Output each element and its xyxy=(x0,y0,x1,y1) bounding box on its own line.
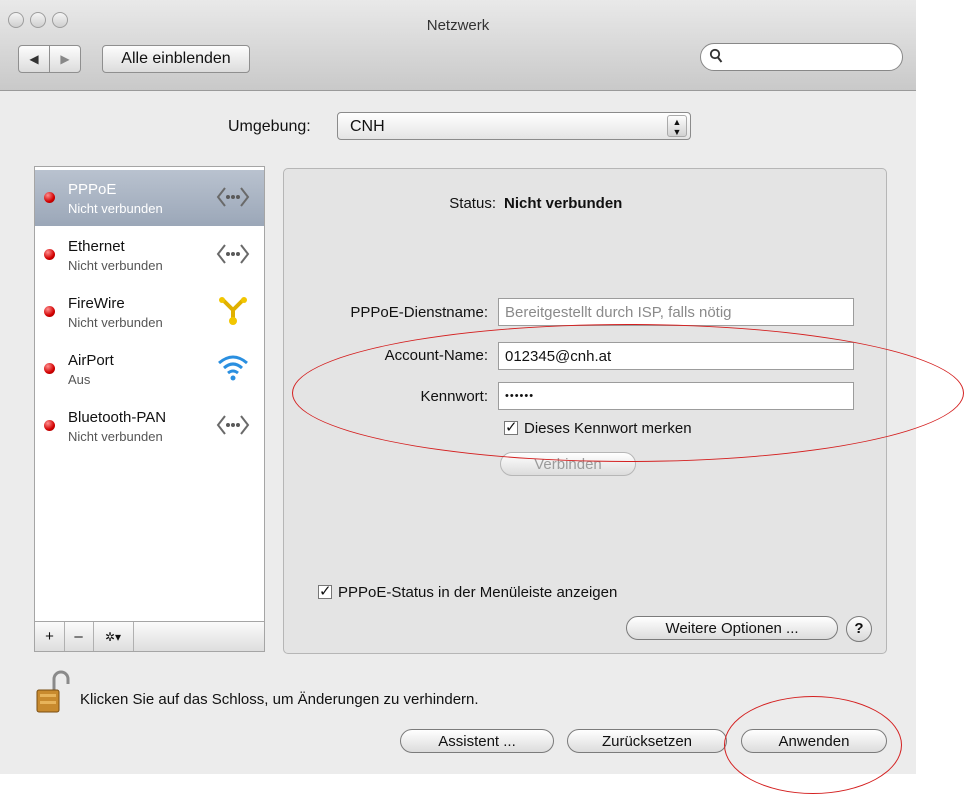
service-item-firewire[interactable]: FireWire Nicht verbunden xyxy=(35,284,264,340)
password-field[interactable] xyxy=(498,382,854,410)
service-item-airport[interactable]: AirPort Aus xyxy=(35,341,264,397)
service-name-field[interactable] xyxy=(498,298,854,326)
gear-icon: ✲▾ xyxy=(104,629,122,644)
status-label: Status: xyxy=(449,195,496,212)
help-button[interactable]: ? xyxy=(846,616,872,642)
detail-panel: Status: Nicht verbunden PPPoE-Dienstname… xyxy=(283,168,887,654)
lock-icon[interactable] xyxy=(36,670,70,714)
back-arrow-icon: ◀ xyxy=(29,52,39,66)
bracket-dots-icon xyxy=(216,239,250,269)
bracket-dots-icon xyxy=(216,410,250,440)
forward-arrow-icon: ▶ xyxy=(60,52,70,66)
password-label: Kennwort: xyxy=(420,388,488,405)
service-name: PPPoE xyxy=(68,181,117,198)
service-list: PPPoE Nicht verbunden Ethernet Nicht verbun… xyxy=(34,166,265,622)
status-value: Nicht verbunden xyxy=(504,195,623,212)
account-name-field[interactable] xyxy=(498,342,854,370)
service-name: AirPort xyxy=(68,352,114,369)
service-name: Bluetooth-PAN xyxy=(68,409,167,426)
account-name-label: Account-Name: xyxy=(384,347,488,364)
assistant-button[interactable]: Assistent ... xyxy=(400,729,554,753)
title-toolbar: Netzwerk ◀ ▶ Alle einblenden xyxy=(0,0,916,91)
network-preferences-window: Netzwerk ◀ ▶ Alle einblenden Umgebung: C… xyxy=(0,0,916,774)
wifi-icon xyxy=(216,353,250,383)
search-input[interactable] xyxy=(727,48,896,68)
show-status-menubar-label: PPPoE-Status in der Menüleiste anzeigen xyxy=(338,584,618,601)
service-status: Nicht verbunden xyxy=(68,315,163,330)
checkmark-icon: ✓ xyxy=(505,419,518,436)
apply-button[interactable]: Anwenden xyxy=(741,729,887,753)
service-item-ethernet[interactable]: Ethernet Nicht verbunden xyxy=(35,227,264,283)
location-value: CNH xyxy=(350,118,385,135)
location-select[interactable]: CNH ▲ ▼ xyxy=(337,112,691,140)
status-dot-icon xyxy=(44,306,55,317)
action-menu-button[interactable]: ✲▾ xyxy=(93,622,134,651)
location-label: Umgebung: xyxy=(228,118,311,135)
bracket-dots-icon xyxy=(216,182,250,212)
remember-password-checkbox[interactable]: ✓ xyxy=(504,419,518,436)
add-service-button[interactable]: + xyxy=(35,622,65,651)
search-field[interactable] xyxy=(700,43,903,71)
service-item-pppoe[interactable]: PPPoE Nicht verbunden xyxy=(35,170,264,226)
service-status: Nicht verbunden xyxy=(68,201,163,216)
connect-button[interactable]: Verbinden xyxy=(500,452,636,476)
back-button[interactable]: ◀ xyxy=(18,45,50,73)
window-title: Netzwerk xyxy=(426,17,490,34)
lock-hint-text: Klicken Sie auf das Schloss, um Änderung… xyxy=(80,691,479,708)
remove-service-button[interactable]: – xyxy=(64,622,94,651)
forward-button[interactable]: ▶ xyxy=(49,45,81,73)
service-name: FireWire xyxy=(68,295,125,312)
search-icon xyxy=(709,48,723,63)
service-status: Nicht verbunden xyxy=(68,429,163,444)
status-dot-icon xyxy=(44,192,55,203)
show-status-menubar-checkbox[interactable]: ✓ xyxy=(318,583,332,600)
show-all-button[interactable]: Alle einblenden xyxy=(102,45,250,73)
status-dot-icon xyxy=(44,420,55,431)
service-name-label: PPPoE-Dienstname: xyxy=(350,304,488,321)
firewire-icon xyxy=(216,296,250,326)
remember-password-label: Dieses Kennwort merken xyxy=(524,420,692,437)
revert-button[interactable]: Zurücksetzen xyxy=(567,729,727,753)
service-name: Ethernet xyxy=(68,238,125,255)
service-list-toolbar: + – ✲▾ xyxy=(34,622,265,652)
service-status: Aus xyxy=(68,372,91,387)
service-item-bluetooth-pan[interactable]: Bluetooth-PAN Nicht verbunden xyxy=(35,398,264,454)
checkmark-icon: ✓ xyxy=(319,583,332,600)
status-dot-icon xyxy=(44,363,55,374)
advanced-options-button[interactable]: Weitere Optionen ... xyxy=(626,616,838,640)
updown-arrows-icon: ▲ ▼ xyxy=(667,115,687,137)
service-status: Nicht verbunden xyxy=(68,258,163,273)
status-dot-icon xyxy=(44,249,55,260)
